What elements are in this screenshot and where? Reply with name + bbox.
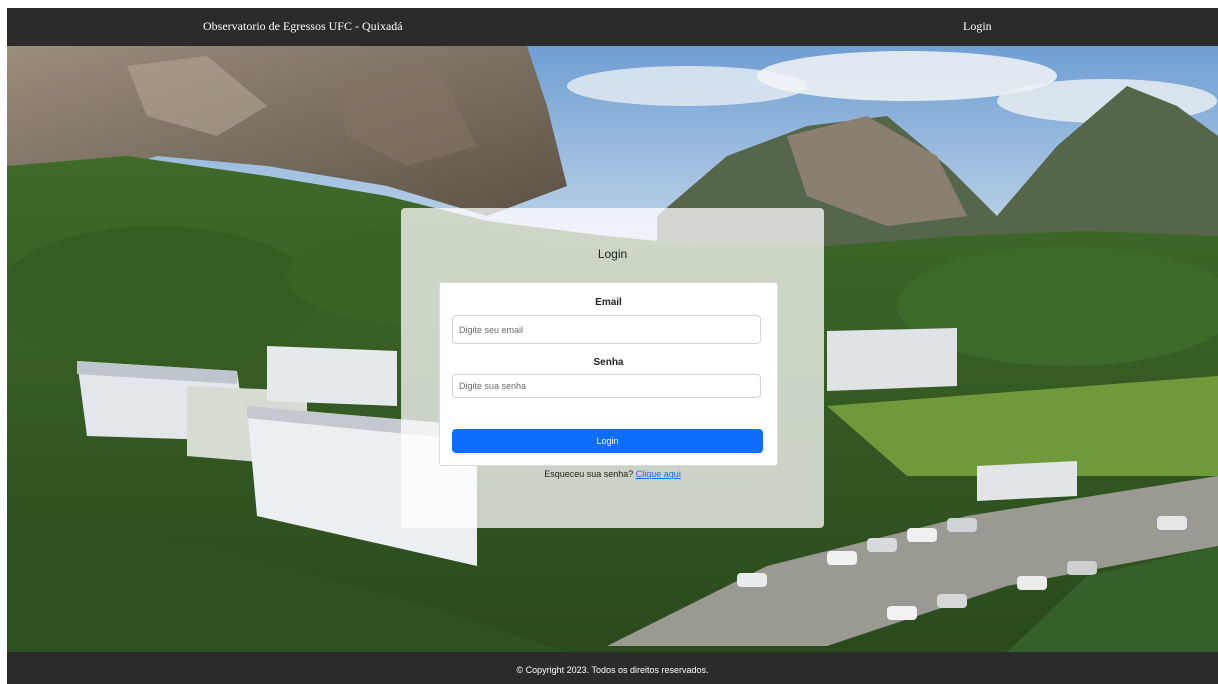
email-label: Email — [595, 297, 622, 308]
password-input[interactable] — [452, 374, 761, 398]
forgot-password-text: Esqueceu sua senha? Clique aqui — [401, 469, 824, 479]
top-navbar: Observatorio de Egressos UFC - Quixadá L… — [7, 8, 1218, 46]
nav-login-link[interactable]: Login — [963, 19, 992, 34]
login-button[interactable]: Login — [452, 429, 763, 453]
page: Observatorio de Egressos UFC - Quixadá L… — [7, 8, 1218, 684]
site-title[interactable]: Observatorio de Egressos UFC - Quixadá — [203, 19, 403, 34]
password-label: Senha — [593, 357, 624, 368]
forgot-password-link[interactable]: Clique aqui — [636, 469, 681, 479]
login-card: Login Email Senha Login Esqueceu sua sen… — [401, 208, 824, 528]
copyright-text: © Copyright 2023. Todos os direitos rese… — [516, 665, 709, 675]
forgot-password-question: Esqueceu sua senha? — [544, 469, 634, 479]
email-input[interactable] — [452, 315, 761, 344]
login-card-title: Login — [597, 247, 628, 261]
footer: © Copyright 2023. Todos os direitos rese… — [7, 652, 1218, 684]
login-form: Email Senha Login — [439, 282, 778, 466]
